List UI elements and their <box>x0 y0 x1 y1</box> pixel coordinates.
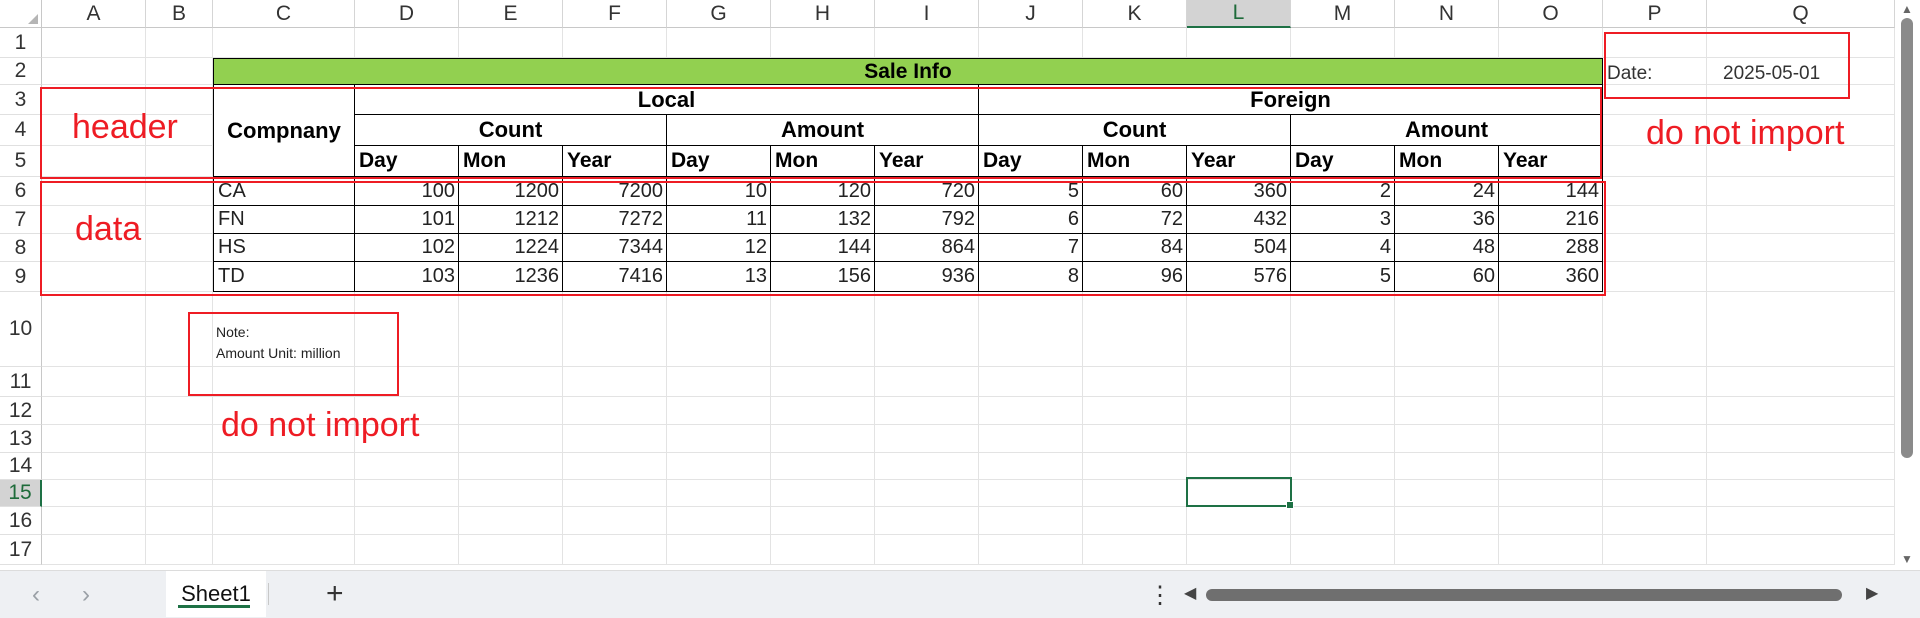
header-annotation-label: header <box>72 108 178 146</box>
vertical-scrollbar[interactable]: ▲ ▼ <box>1896 0 1920 570</box>
chevron-left-icon[interactable]: ‹ <box>32 581 40 609</box>
column-header-J[interactable]: J <box>979 0 1083 28</box>
date-label: Date: <box>1607 63 1653 84</box>
row-header-3[interactable]: 3 <box>0 85 42 115</box>
gridline-horizontal <box>42 564 1895 565</box>
gridline-vertical <box>1706 28 1707 565</box>
gridline-horizontal <box>42 506 1895 507</box>
vertical-ellipsis-icon[interactable]: ⋮ <box>1148 581 1172 610</box>
row-header-16[interactable]: 16 <box>0 507 42 535</box>
scroll-up-icon[interactable]: ▲ <box>1901 2 1913 16</box>
plus-icon[interactable]: + <box>326 577 344 611</box>
row-header-7[interactable]: 7 <box>0 206 42 234</box>
column-header-E[interactable]: E <box>459 0 563 28</box>
column-header-Q[interactable]: Q <box>1707 0 1895 28</box>
gridline-horizontal <box>42 452 1895 453</box>
scroll-right-icon[interactable]: ▶ <box>1866 583 1878 603</box>
row-header-11[interactable]: 11 <box>0 367 42 397</box>
row-header-4[interactable]: 4 <box>0 115 42 146</box>
row-header-5[interactable]: 5 <box>0 146 42 177</box>
data-annotation-box <box>40 181 1606 296</box>
chevron-right-icon[interactable]: › <box>82 581 90 609</box>
header-annotation-box <box>40 87 1602 179</box>
column-header-I[interactable]: I <box>875 0 979 28</box>
date-value: 2025-05-01 <box>1723 63 1821 84</box>
sheet-tab-bar: ‹ › Sheet1 + ⋮ ◀ ▶ <box>0 570 1920 618</box>
row-header-15[interactable]: 15 <box>0 480 42 507</box>
row-header-12[interactable]: 12 <box>0 397 42 425</box>
do-not-import-note-label: do not import <box>221 406 420 444</box>
column-header-H[interactable]: H <box>771 0 875 28</box>
column-header-F[interactable]: F <box>563 0 667 28</box>
gridline-horizontal <box>42 534 1895 535</box>
row-header-6[interactable]: 6 <box>0 177 42 206</box>
column-header-C[interactable]: C <box>213 0 355 28</box>
scroll-left-icon[interactable]: ◀ <box>1184 583 1196 603</box>
column-header-G[interactable]: G <box>667 0 771 28</box>
column-header-N[interactable]: N <box>1395 0 1499 28</box>
column-header-D[interactable]: D <box>355 0 459 28</box>
scroll-down-icon[interactable]: ▼ <box>1901 552 1913 566</box>
column-header-K[interactable]: K <box>1083 0 1187 28</box>
row-header-2[interactable]: 2 <box>0 58 42 85</box>
row-header-9[interactable]: 9 <box>0 262 42 292</box>
column-header-M[interactable]: M <box>1291 0 1395 28</box>
gridline-vertical <box>1894 28 1895 565</box>
do-not-import-right-label: do not import <box>1646 114 1845 152</box>
vertical-scroll-thumb[interactable] <box>1901 18 1913 458</box>
row-header-17[interactable]: 17 <box>0 535 42 565</box>
select-all-corner[interactable] <box>0 0 42 28</box>
column-header-A[interactable]: A <box>42 0 146 28</box>
column-header-B[interactable]: B <box>146 0 213 28</box>
gridline-horizontal <box>42 396 1895 397</box>
note-line-2: Amount Unit: million <box>216 345 341 361</box>
gridline-horizontal <box>42 479 1895 480</box>
column-header-O[interactable]: O <box>1499 0 1603 28</box>
selected-cell-L15[interactable] <box>1186 477 1294 509</box>
horizontal-scrollbar[interactable]: ◀ ▶ <box>1182 579 1882 609</box>
sheet-tab-sheet1[interactable]: Sheet1 <box>166 571 266 617</box>
row-header-10[interactable]: 10 <box>0 292 42 367</box>
row-header-13[interactable]: 13 <box>0 425 42 453</box>
column-header-P[interactable]: P <box>1603 0 1707 28</box>
table-title: Sale Info <box>213 58 1603 85</box>
row-header-14[interactable]: 14 <box>0 453 42 480</box>
note-line-1: Note: <box>216 324 250 340</box>
active-tab-indicator <box>178 605 250 608</box>
tab-divider <box>268 583 269 605</box>
horizontal-scroll-thumb[interactable] <box>1206 589 1842 601</box>
column-header-L[interactable]: L <box>1187 0 1291 28</box>
row-header-8[interactable]: 8 <box>0 234 42 262</box>
row-header-1[interactable]: 1 <box>0 28 42 58</box>
data-annotation-label: data <box>75 210 142 248</box>
